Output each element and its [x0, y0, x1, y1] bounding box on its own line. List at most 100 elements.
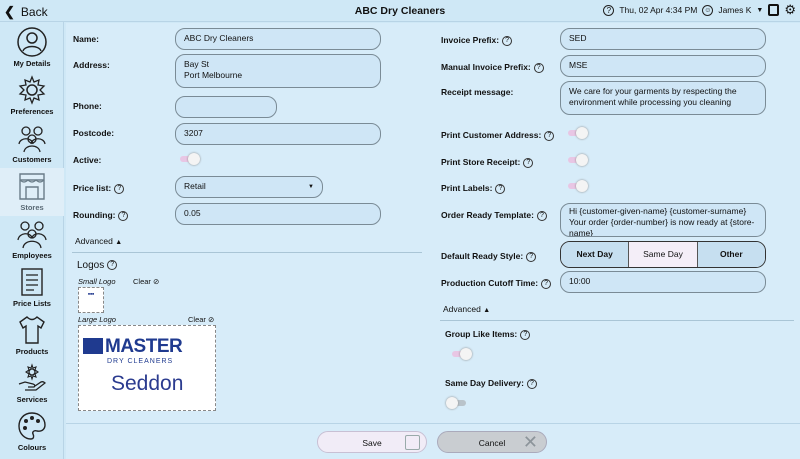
active-toggle[interactable] — [178, 153, 200, 165]
chevron-down-icon[interactable]: ▼ — [756, 7, 763, 14]
address-field[interactable]: Bay St Port Melbourne — [175, 54, 381, 88]
advanced-toggle-left[interactable]: Advanced ▲ — [75, 236, 122, 246]
advanced-toggle-right[interactable]: Advanced ▲ — [443, 304, 490, 314]
name-field[interactable]: ABC Dry Cleaners — [175, 28, 381, 50]
clear-icon: ⊘ — [208, 315, 215, 324]
rounding-label: Rounding:? — [73, 210, 129, 221]
pricelist-select[interactable]: Retail ▼ — [175, 176, 323, 198]
large-logo-image[interactable]: MASTER DRY CLEANERS Seddon — [78, 325, 216, 411]
small-logo-label: Small Logo — [78, 277, 116, 286]
manual-prefix-label: Manual Invoice Prefix:? — [441, 62, 544, 73]
active-label: Active: — [73, 155, 102, 165]
datetime: Thu, 02 Apr 4:34 PM — [619, 5, 698, 15]
store-icon — [19, 173, 45, 200]
print-labels-label: Print Labels:? — [441, 183, 506, 194]
help-icon[interactable]: ? — [536, 210, 547, 221]
print-address-toggle[interactable] — [566, 127, 588, 139]
sidebar: My Details Preferences Customers Stores … — [0, 22, 64, 459]
footer-bar: Save Cancel ✕ — [66, 423, 800, 459]
chevron-up-icon: ▲ — [483, 307, 491, 314]
sidebar-item-colours[interactable]: Colours — [0, 408, 64, 456]
manual-prefix-field[interactable]: MSE — [560, 55, 766, 77]
address-label: Address: — [73, 60, 110, 70]
store-badge-icon[interactable] — [768, 4, 780, 16]
cutoff-label: Production Cutoff Time:? — [441, 278, 552, 289]
order-ready-label: Order Ready Template:? — [441, 210, 547, 221]
help-icon[interactable]: ? — [544, 130, 555, 141]
services-icon — [18, 363, 46, 391]
address-line-2: Port Melbourne — [184, 70, 243, 80]
help-icon[interactable]: ? — [114, 183, 125, 194]
help-icon[interactable]: ? — [107, 260, 118, 271]
user-name[interactable]: James K — [718, 5, 751, 15]
ready-option-next-day[interactable]: Next Day — [561, 242, 630, 267]
cutoff-field[interactable]: 10:00 — [560, 271, 766, 293]
chevron-up-icon: ▲ — [115, 239, 123, 246]
divider — [440, 320, 794, 321]
store-form: Name: ABC Dry Cleaners Address: Bay St P… — [66, 23, 800, 423]
sidebar-item-products[interactable]: Products — [0, 312, 64, 360]
gear-icon — [18, 75, 46, 105]
default-ready-label: Default Ready Style:? — [441, 251, 537, 262]
print-labels-toggle[interactable] — [566, 180, 588, 192]
print-address-label: Print Customer Address:? — [441, 130, 555, 141]
postcode-field[interactable]: 3207 — [175, 123, 381, 145]
order-ready-field[interactable]: Hi {customer-given-name} {customer-surna… — [560, 203, 766, 237]
name-label: Name: — [73, 34, 99, 44]
help-icon[interactable]: ? — [495, 183, 506, 194]
receipt-message-label: Receipt message: — [441, 87, 514, 97]
help-icon[interactable]: ? — [502, 35, 513, 46]
group-like-toggle[interactable] — [450, 348, 472, 360]
ready-style-selector: Next Day Same Day Other — [560, 241, 766, 268]
help-icon[interactable]: ? — [526, 251, 537, 262]
ready-option-same-day[interactable]: Same Day — [629, 242, 698, 267]
sidebar-item-stores[interactable]: Stores — [0, 168, 64, 216]
save-icon — [405, 435, 420, 450]
print-receipt-label: Print Store Receipt:? — [441, 157, 534, 168]
group-like-label: Group Like Items:? — [445, 329, 531, 340]
shirt-icon — [19, 316, 45, 344]
sidebar-item-customers[interactable]: Customers — [0, 120, 64, 168]
receipt-message-field[interactable]: We care for your garments by respecting … — [560, 81, 766, 115]
sidebar-item-employees[interactable]: Employees — [0, 216, 64, 264]
sidebar-item-price-lists[interactable]: Price Lists — [0, 264, 64, 312]
small-logo-image[interactable]: ■■■ — [78, 287, 104, 313]
gear-icon[interactable]: ⚙ — [784, 3, 796, 16]
palette-icon — [18, 412, 46, 440]
same-day-label: Same Day Delivery:? — [445, 378, 537, 389]
help-icon[interactable]: ? — [533, 62, 544, 73]
help-icon[interactable]: ? — [541, 278, 552, 289]
logos-heading: Logos? — [77, 260, 118, 271]
customers-icon — [18, 126, 46, 153]
user-icon: ☺ — [702, 4, 714, 16]
logo-hanger-icon — [83, 338, 103, 354]
cancel-button[interactable]: Cancel ✕ — [437, 431, 547, 453]
help-icon[interactable]: ? — [603, 4, 615, 16]
person-icon — [17, 27, 47, 57]
list-icon — [21, 268, 43, 296]
invoice-prefix-field[interactable]: SED — [560, 28, 766, 50]
phone-field[interactable] — [175, 96, 277, 118]
clear-icon: ⊘ — [153, 277, 160, 286]
save-button[interactable]: Save — [317, 431, 427, 453]
sidebar-item-my-details[interactable]: My Details — [0, 24, 64, 72]
dropdown-arrow-icon: ▼ — [308, 184, 314, 190]
large-logo-clear[interactable]: Clear ⊘ — [188, 315, 214, 324]
close-icon: ✕ — [522, 432, 538, 452]
sidebar-item-services[interactable]: Services — [0, 360, 64, 408]
divider — [72, 252, 422, 253]
ready-option-other[interactable]: Other — [697, 242, 765, 267]
help-icon[interactable]: ? — [118, 210, 129, 221]
postcode-label: Postcode: — [73, 128, 115, 138]
same-day-toggle[interactable] — [446, 397, 468, 409]
top-bar: ❮ Back ABC Dry Cleaners ? Thu, 02 Apr 4:… — [0, 0, 800, 22]
help-icon[interactable]: ? — [523, 157, 534, 168]
small-logo-clear[interactable]: Clear ⊘ — [133, 277, 159, 286]
help-icon[interactable]: ? — [526, 378, 537, 389]
help-icon[interactable]: ? — [520, 329, 531, 340]
rounding-field[interactable]: 0.05 — [175, 203, 381, 225]
invoice-prefix-label: Invoice Prefix:? — [441, 35, 513, 46]
pricelist-label: Price list:? — [73, 183, 125, 194]
sidebar-item-preferences[interactable]: Preferences — [0, 72, 64, 120]
print-receipt-toggle[interactable] — [566, 154, 588, 166]
